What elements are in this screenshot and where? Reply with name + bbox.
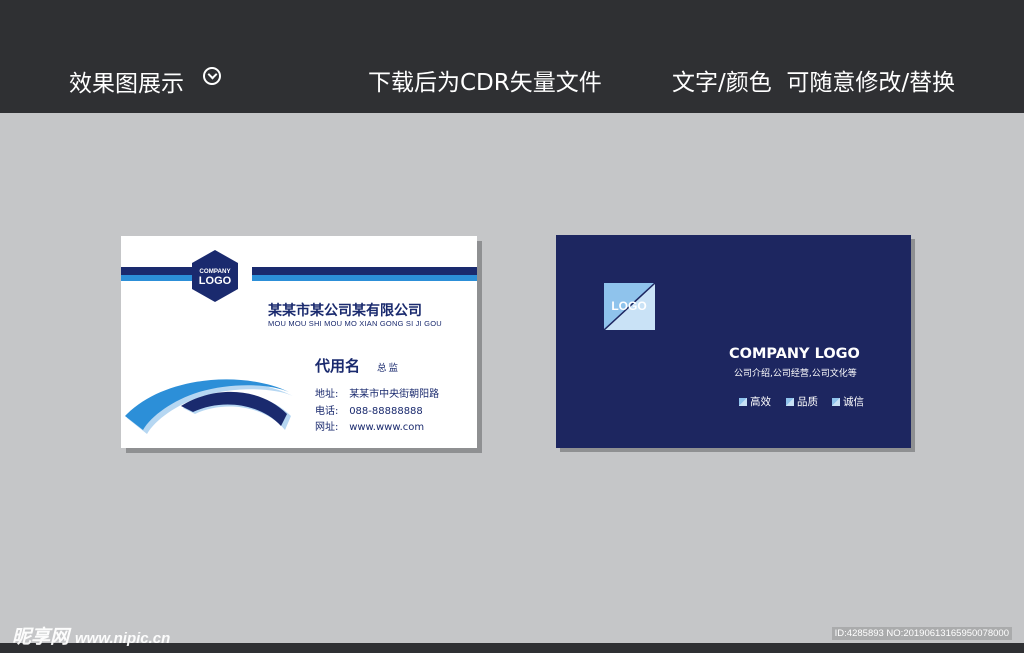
- tag-quality: 品质: [786, 394, 818, 409]
- logo-line1: COMPANY: [199, 268, 231, 275]
- tag-efficiency: 高效: [739, 394, 771, 409]
- website-label: 网址:: [315, 422, 339, 433]
- address-value: 某某市中央街朝阳路: [349, 389, 440, 400]
- square-logo-text: LOGO: [611, 299, 646, 313]
- company-logo-hexagon: COMPANY LOGO: [192, 250, 238, 302]
- editable-note: 文字/颜色 可随意修改/替换: [672, 70, 956, 96]
- tag-label: 诚信: [843, 396, 864, 408]
- business-card-front: COMPANY LOGO 某某市某公司某有限公司 MOU MOU SHI MOU…: [121, 236, 477, 448]
- address-line: 地址: 某某市中央街朝阳路: [315, 385, 439, 400]
- phone-line: 电话: 088-88888888: [315, 402, 423, 417]
- tag-label: 高效: [750, 396, 771, 408]
- header-stripe-right: [252, 267, 477, 275]
- watermark-brand: 昵享网: [12, 626, 70, 648]
- top-banner: 效果图展示 下载后为CDR矢量文件 文字/颜色 可随意修改/替换: [0, 0, 1024, 113]
- image-id-label: ID:4285893 NO:20190613165950078000: [831, 627, 1012, 640]
- back-description: 公司介绍,公司经营,公司文化等: [734, 369, 857, 379]
- chevron-down-icon[interactable]: [203, 67, 221, 85]
- phone-label: 电话:: [315, 406, 339, 417]
- company-name-en: MOU MOU SHI MOU MO XIAN GONG SI JI GOU: [268, 319, 442, 328]
- tag-label: 品质: [797, 396, 818, 408]
- logo-line2: LOGO: [199, 275, 232, 287]
- website-value: www.www.com: [349, 422, 425, 433]
- business-card-back: LOGO COMPANY LOGO 公司介绍,公司经营,公司文化等 高效 品质 …: [556, 235, 911, 448]
- cdr-file-note: 下载后为CDR矢量文件: [368, 70, 602, 96]
- person-title: 总监: [377, 363, 401, 374]
- watermark-url: www.nipic.cn: [75, 630, 171, 647]
- decorative-arc-graphic: [125, 379, 293, 434]
- website-line: 网址: www.www.com: [315, 418, 424, 433]
- tag-box-icon: [786, 398, 794, 406]
- tag-integrity: 诚信: [832, 394, 864, 409]
- phone-value: 088-88888888: [349, 406, 423, 417]
- square-logo: LOGO: [604, 283, 655, 330]
- tag-box-icon: [832, 398, 840, 406]
- address-label: 地址:: [315, 389, 339, 400]
- site-watermark: 昵享网 www.nipic.cn: [12, 622, 170, 649]
- header-stripe-right-accent: [252, 275, 477, 281]
- back-company-name: COMPANY LOGO: [729, 346, 860, 362]
- header-stripe-left-accent: [121, 275, 194, 281]
- person-name: 代用名: [315, 357, 361, 375]
- company-name-cn: 某某市某公司某有限公司: [268, 303, 422, 319]
- preview-label: 效果图展示: [69, 71, 184, 97]
- tag-box-icon: [739, 398, 747, 406]
- header-stripe-left: [121, 267, 194, 275]
